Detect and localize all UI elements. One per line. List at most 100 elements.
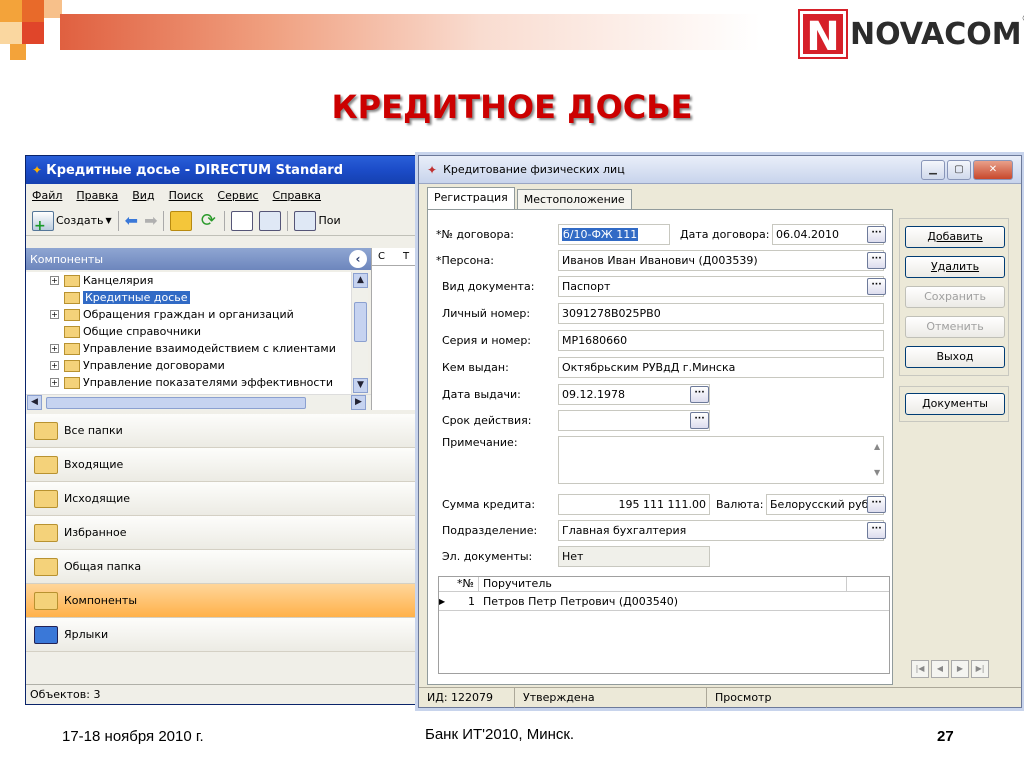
menu-file[interactable]: Файл [32, 189, 62, 202]
scroll-up-icon[interactable]: ▲ [353, 273, 368, 288]
tree-view-icon[interactable] [259, 210, 282, 231]
card-view-icon[interactable] [231, 210, 254, 231]
expand-icon[interactable]: + [50, 361, 59, 370]
tree-item-appeals[interactable]: + Обращения граждан и организаций [26, 306, 351, 323]
expand-icon[interactable]: + [50, 378, 59, 387]
scroll-right-icon[interactable]: ▶ [351, 395, 366, 410]
validity-picker-icon[interactable]: ··· [690, 412, 709, 429]
cancel-button[interactable]: Отменить [905, 316, 1005, 338]
amount-field[interactable]: 195 111 111.00 [558, 494, 710, 515]
nav-shortcuts[interactable]: Ярлыки [26, 618, 424, 652]
search-toolbar-button[interactable]: Пои [294, 210, 341, 231]
column-header[interactable]: Т [403, 251, 409, 262]
menu-help[interactable]: Справка [273, 189, 321, 202]
create-dropdown-icon[interactable]: ▼ [106, 216, 112, 225]
contract-no-field[interactable]: б/10-ФЖ 111 [558, 224, 670, 245]
note-textarea[interactable] [558, 436, 884, 484]
page-number: 27 [937, 728, 954, 745]
prev-record-icon[interactable]: ◀ [931, 660, 949, 678]
personal-no-field[interactable]: 3091278B025PB0 [558, 303, 884, 324]
issue-date-field[interactable]: 09.12.1978 [558, 384, 710, 405]
nav-all-folders[interactable]: Все папки [26, 414, 424, 448]
division-field[interactable]: Главная бухгалтерия [558, 520, 884, 541]
menu-search[interactable]: Поиск [169, 189, 204, 202]
validity-field[interactable] [558, 410, 710, 431]
tree-vertical-scrollbar[interactable]: ▲ ▼ [351, 272, 368, 394]
inbox-folder-icon [34, 455, 58, 474]
main-window-titlebar[interactable]: ✦ Кредитные досье - DIRECTUM Standard [26, 156, 424, 184]
search-toolbar-label: Пои [318, 214, 341, 227]
person-lookup-icon[interactable]: ··· [867, 252, 886, 269]
contract-date-picker-icon[interactable]: ··· [867, 226, 886, 243]
delete-button[interactable]: Удалить [905, 256, 1005, 278]
person-field[interactable]: Иванов Иван Иванович (Д003539) [558, 250, 884, 271]
tree-item-contracts[interactable]: + Управление договорами [26, 357, 351, 374]
last-record-icon[interactable]: ▶| [971, 660, 989, 678]
scroll-left-icon[interactable]: ◀ [27, 395, 42, 410]
tree-horizontal-scrollbar[interactable]: ◀ ▶ [26, 394, 371, 410]
exit-button[interactable]: Выход [905, 346, 1005, 368]
expand-icon[interactable]: + [50, 310, 59, 319]
column-header-no[interactable]: *№ [449, 577, 479, 591]
doc-type-lookup-icon[interactable]: ··· [867, 278, 886, 295]
row-guarantor: Петров Петр Петрович (Д003540) [483, 594, 679, 608]
currency-lookup-icon[interactable]: ··· [867, 496, 886, 513]
issued-by-field[interactable]: Октябрьским РУВдД г.Минска [558, 357, 884, 378]
dialog-titlebar[interactable]: ✦ Кредитование физических лиц ▁ ▢ ✕ [419, 156, 1021, 184]
add-button[interactable]: Добавить [905, 226, 1005, 248]
menu-service[interactable]: Сервис [217, 189, 258, 202]
edocs-label: Эл. документы: [442, 550, 533, 563]
tab-registration[interactable]: Регистрация [427, 187, 515, 209]
expand-icon[interactable]: + [50, 344, 59, 353]
contract-no-label: *№ договора: [436, 228, 514, 241]
tab-location[interactable]: Местоположение [516, 189, 632, 209]
folder-up-icon[interactable] [170, 210, 193, 231]
menu-edit[interactable]: Правка [76, 189, 118, 202]
tree-item-label: Общие справочники [83, 325, 202, 338]
nav-label: Компоненты [64, 594, 138, 607]
column-header-guarantor[interactable]: Поручитель [479, 577, 847, 591]
status-id: ИД: 122079 [419, 687, 515, 708]
division-lookup-icon[interactable]: ··· [867, 522, 886, 539]
table-row[interactable]: ▶ 1 Петров Петр Петрович (Д003540) [439, 592, 889, 611]
issue-date-picker-icon[interactable]: ··· [690, 386, 709, 403]
forward-arrow-icon[interactable]: ➡ [144, 211, 157, 230]
grid-header: *№ Поручитель [439, 577, 889, 592]
maximize-icon[interactable]: ▢ [947, 160, 971, 180]
first-record-icon[interactable]: |◀ [911, 660, 929, 678]
folder-icon [64, 274, 80, 287]
scroll-down-icon[interactable]: ▼ [353, 378, 368, 393]
scroll-up-icon[interactable]: ▲ [874, 442, 890, 451]
dialog-tabs: Регистрация Местоположение [427, 187, 634, 209]
doc-type-field[interactable]: Паспорт [558, 276, 884, 297]
create-button[interactable]: Создать ▼ [32, 210, 112, 234]
nav-outbox[interactable]: Исходящие [26, 482, 424, 516]
refresh-icon[interactable]: ⟳ [198, 210, 218, 231]
tree-item-kpi[interactable]: + Управление показателями эффективности [26, 374, 351, 391]
guarantors-grid: *№ Поручитель ▶ 1 Петров Петр Петрович (… [438, 576, 890, 674]
close-icon[interactable]: ✕ [973, 160, 1013, 180]
next-record-icon[interactable]: ▶ [951, 660, 969, 678]
nav-inbox[interactable]: Входящие [26, 448, 424, 482]
scroll-thumb[interactable] [46, 397, 306, 409]
nav-shared-folder[interactable]: Общая папка [26, 550, 424, 584]
menu-view[interactable]: Вид [132, 189, 154, 202]
back-arrow-icon[interactable]: ⬅ [125, 211, 138, 230]
nav-favorites[interactable]: Избранное [26, 516, 424, 550]
minimize-icon[interactable]: ▁ [921, 160, 945, 180]
tree-item-crm[interactable]: + Управление взаимодействием с клиентами [26, 340, 351, 357]
folder-icon [64, 359, 80, 372]
tree-item-credit-dossier[interactable]: Кредитные досье [26, 289, 351, 306]
series-field[interactable]: MP1680660 [558, 330, 884, 351]
scroll-down-icon[interactable]: ▼ [874, 468, 890, 477]
tree-item-label: Управление договорами [83, 359, 225, 372]
collapse-panel-icon[interactable]: ‹ [349, 250, 367, 268]
tree-item-kanc[interactable]: + Канцелярия [26, 272, 351, 289]
nav-components[interactable]: Компоненты [26, 584, 424, 618]
column-header[interactable]: С [378, 251, 385, 262]
documents-button[interactable]: Документы [905, 393, 1005, 415]
scroll-thumb[interactable] [354, 302, 367, 342]
expand-icon[interactable]: + [50, 276, 59, 285]
save-button[interactable]: Сохранить [905, 286, 1005, 308]
tree-item-common-refs[interactable]: Общие справочники [26, 323, 351, 340]
